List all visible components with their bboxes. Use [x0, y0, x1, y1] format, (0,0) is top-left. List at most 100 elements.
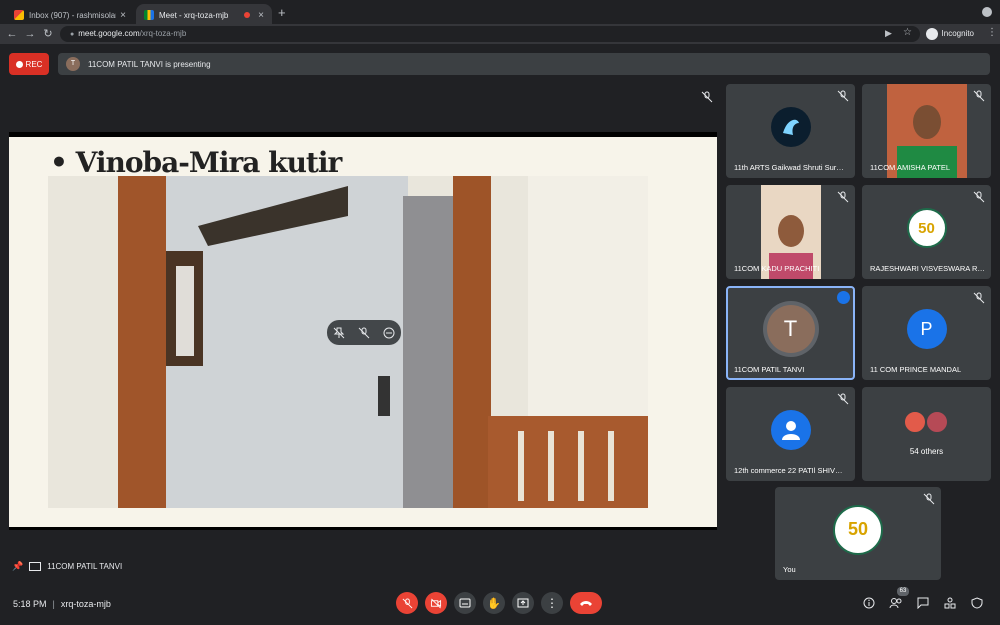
participants-button[interactable] [888, 595, 904, 611]
pinned-name-text: 11COM PATIL TANVI [47, 561, 123, 571]
pin-off-icon[interactable] [332, 326, 346, 340]
pinned-presenter-label: 📌 11COM PATIL TANVI [12, 558, 122, 574]
remove-icon[interactable] [382, 326, 396, 340]
mic-off-icon [973, 191, 985, 203]
participant-name: 11COM AMISHA PATEL [870, 163, 951, 172]
chevron-down-icon[interactable] [982, 7, 992, 17]
meeting-code: xrq-toza-mjb [60, 599, 111, 609]
shield-icon [971, 597, 983, 609]
slide-title: • Vinoba-Mira kutir [50, 146, 342, 179]
participant-name: 11COM PATIL TANVI [734, 365, 805, 374]
tab-title: Meet - xrq-toza-mjb [159, 10, 229, 20]
participant-tile[interactable]: 11COM AMISHA PATEL [862, 84, 991, 178]
avatar [925, 410, 949, 434]
menu-icon[interactable]: ⋮ [987, 27, 997, 38]
participant-tile-active[interactable]: T 11COM PATIL TANVI [726, 286, 855, 380]
others-count: 54 others [909, 447, 944, 456]
back-icon[interactable]: ← [5, 27, 19, 41]
participant-tile[interactable]: 12th commerce 22 PATIl SHIV… [726, 387, 855, 481]
participant-name: 12th commerce 22 PATIl SHIV… [734, 466, 843, 475]
url-host: meet.google.com [78, 29, 140, 38]
leave-call-button[interactable] [570, 592, 602, 614]
participant-name: RAJESHWARI VISVESWARA R… [870, 264, 985, 273]
incognito-label: Incognito [941, 29, 974, 38]
camera-toggle-button[interactable] [425, 592, 447, 614]
default-avatar-icon [770, 410, 811, 451]
participant-name: 11th ARTS Gaikwad Shruti Sur… [734, 163, 844, 172]
participant-name: 11COM KADU PRACHITI [734, 264, 820, 273]
present-now-button[interactable] [512, 592, 534, 614]
hand-icon: ✋ [487, 597, 501, 610]
mic-off-icon[interactable] [357, 326, 371, 340]
chat-button[interactable] [915, 595, 931, 611]
pin-icon[interactable]: 📌 [12, 561, 23, 572]
mic-off-icon [700, 90, 714, 104]
star-icon[interactable]: ☆ [903, 27, 912, 38]
school-logo-icon: 50 [833, 504, 883, 555]
meeting-time: 5:18 PM [13, 599, 47, 609]
more-options-button[interactable]: ⋮ [541, 592, 563, 614]
camera-icon[interactable]: ▶ [885, 28, 892, 39]
participant-tile[interactable]: 11COM KADU PRACHITI [726, 185, 855, 279]
mic-off-icon [973, 292, 985, 304]
captions-button[interactable] [454, 592, 476, 614]
browser-tab-strip: Inbox (907) - rashmisolanki@… × Meet - x… [0, 0, 1000, 26]
host-controls-button[interactable] [969, 595, 985, 611]
address-bar[interactable]: ● meet.google.com/xrq-toza-mjb [60, 26, 920, 42]
present-icon [517, 598, 529, 608]
participant-tile[interactable]: P 11 COM PRINCE MANDAL [862, 286, 991, 380]
reload-icon[interactable]: ↻ [41, 27, 55, 41]
mic-off-icon [923, 493, 935, 505]
people-icon [889, 598, 902, 609]
more-vert-icon: ⋮ [546, 596, 558, 610]
chat-icon [917, 597, 929, 609]
tab-meet[interactable]: Meet - xrq-toza-mjb × [136, 4, 272, 26]
participant-tile[interactable]: 50 RAJESHWARI VISVESWARA R… [862, 185, 991, 279]
avatar: P [906, 309, 947, 350]
avatar [903, 410, 927, 434]
mic-off-icon [837, 393, 849, 405]
others-tile[interactable]: 54 others [862, 387, 991, 481]
tab-gmail[interactable]: Inbox (907) - rashmisolanki@… × [6, 4, 134, 26]
raise-hand-button[interactable]: ✋ [483, 592, 505, 614]
forward-icon[interactable]: → [23, 27, 37, 41]
presenting-text: 11COM PATIL TANVI is presenting [88, 59, 211, 69]
avatar-ring: T [762, 301, 819, 358]
info-icon [863, 597, 875, 609]
browser-toolbar: ← → ↻ ● meet.google.com/xrq-toza-mjb ▶ ☆ … [0, 24, 1000, 44]
recording-dot-icon [244, 12, 251, 18]
self-tile[interactable]: 50 You [775, 487, 941, 580]
tile-hover-controls [327, 320, 401, 345]
tab-title: Inbox (907) - rashmisolanki@… [29, 10, 116, 20]
mic-off-icon [973, 90, 985, 102]
incognito-indicator[interactable]: Incognito [925, 27, 974, 41]
close-icon[interactable]: × [120, 10, 126, 21]
present-screen-icon [29, 561, 42, 571]
captions-icon [459, 598, 471, 608]
new-tab-button[interactable]: + [278, 5, 286, 20]
hang-up-icon [580, 601, 592, 606]
avatar: T [766, 305, 815, 354]
activities-button[interactable] [942, 595, 958, 611]
incognito-icon [925, 28, 938, 40]
meeting-details-button[interactable] [861, 595, 877, 611]
meeting-info: 5:18 PM | xrq-toza-mjb [13, 596, 111, 612]
speaking-icon [837, 291, 850, 304]
participant-tile[interactable]: 11th ARTS Gaikwad Shruti Sur… [726, 84, 855, 178]
meet-icon [144, 10, 154, 20]
avatar [770, 107, 811, 148]
gmail-icon [14, 10, 24, 20]
shapes-icon [944, 597, 956, 609]
separator: | [52, 599, 55, 609]
record-icon [15, 60, 23, 68]
rec-label: REC [25, 59, 43, 69]
lock-icon: ● [70, 31, 75, 38]
mic-toggle-button[interactable] [396, 592, 418, 614]
close-icon[interactable]: × [258, 10, 264, 21]
participant-name: You [783, 565, 796, 574]
recording-button[interactable]: REC [9, 53, 49, 75]
url-path: /xrq-toza-mjb [139, 29, 187, 38]
school-logo-icon: 50 [906, 208, 947, 249]
avatar: T [66, 57, 80, 71]
participant-name: 11 COM PRINCE MANDAL [870, 365, 962, 374]
